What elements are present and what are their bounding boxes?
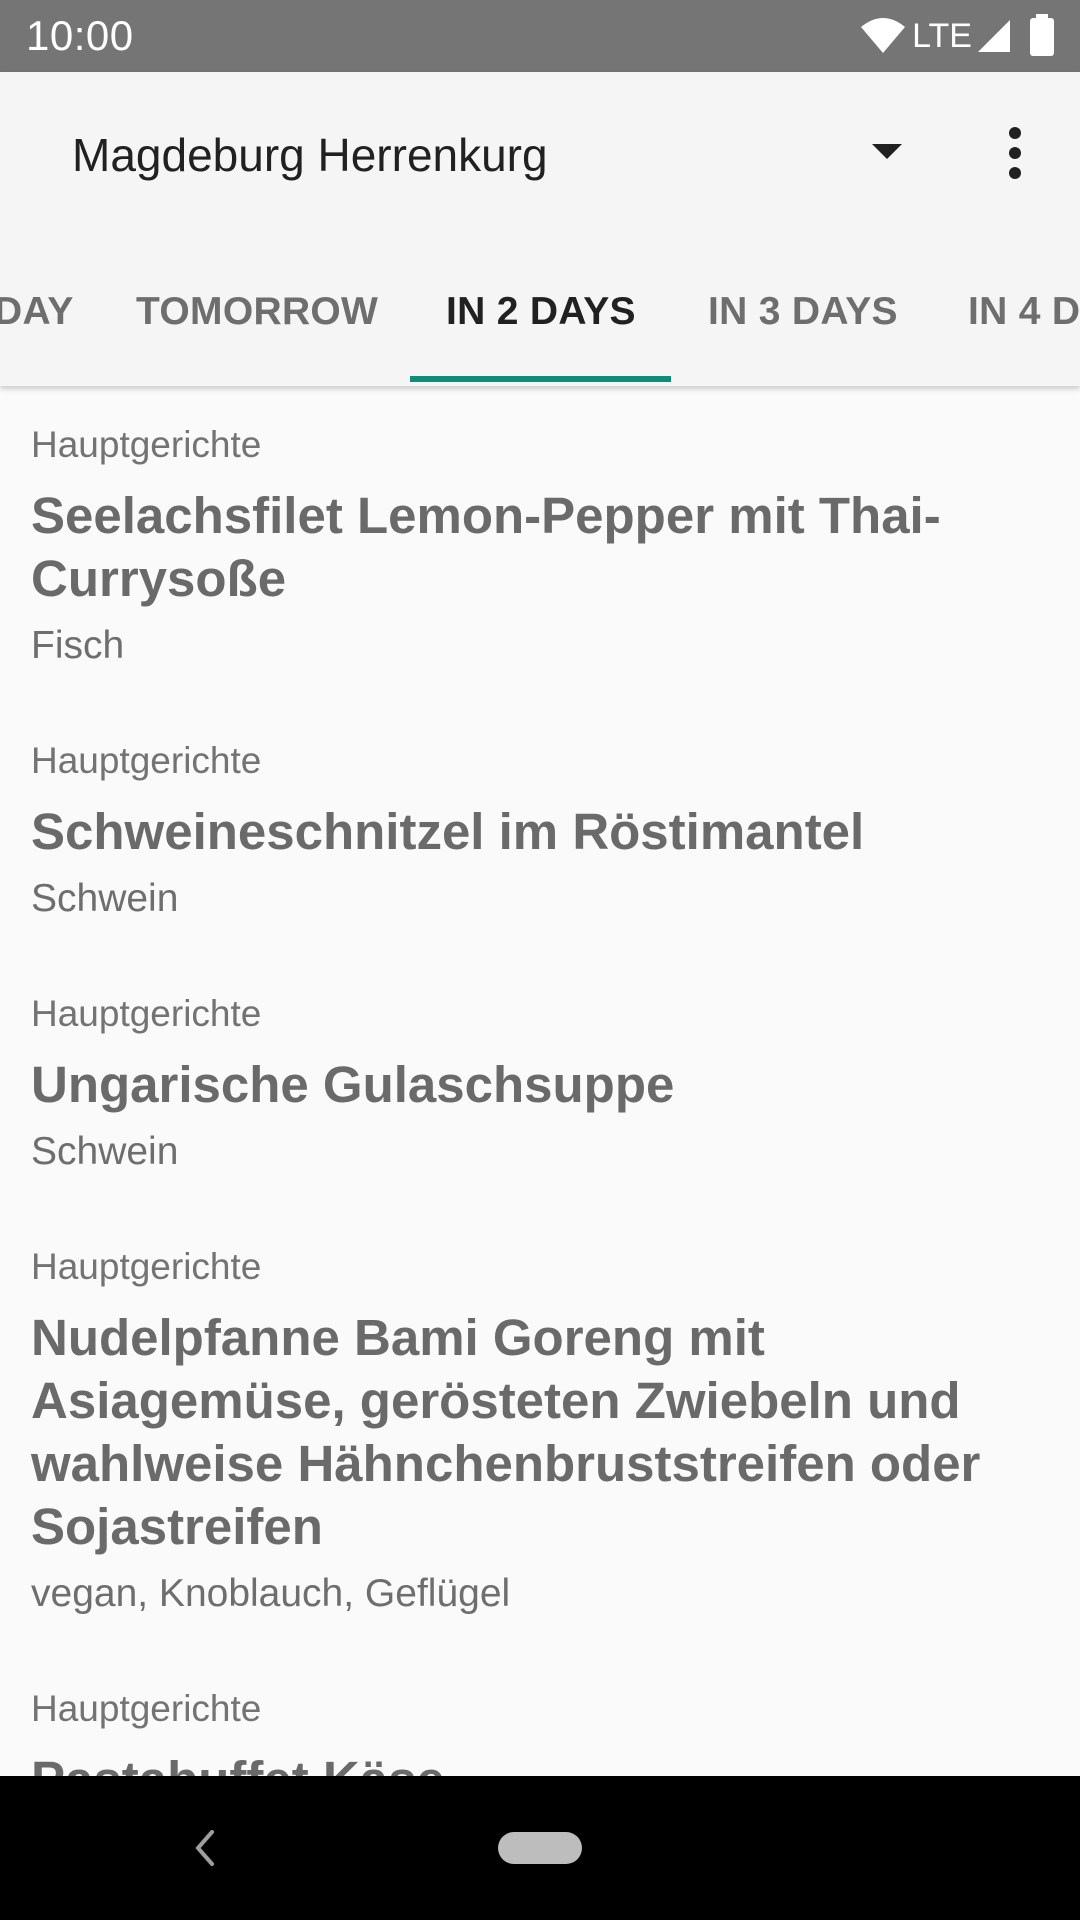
dropdown-arrow-icon[interactable] [870, 142, 904, 160]
tab-in-3-days[interactable]: IN 3 DAYS [708, 290, 898, 334]
list-item[interactable]: Hauptgerichte Ungarische Gulaschsuppe Sc… [31, 991, 1041, 1176]
meal-name: Ungarische Gulaschsuppe [31, 1056, 675, 1113]
meal-category: Hauptgerichte [31, 1688, 262, 1729]
app-bar: Magdeburg Herrenkurg DAY TOMORROW IN 2 D… [0, 72, 1080, 386]
tab-today[interactable]: DAY [0, 290, 74, 334]
wifi-icon [861, 18, 906, 53]
tab-in-2-days[interactable]: IN 2 DAYS [446, 290, 636, 334]
location-selector[interactable]: Magdeburg Herrenkurg [72, 128, 548, 182]
meal-list[interactable]: Hauptgerichte Seelachsfilet Lemon-Pepper… [0, 386, 1080, 1776]
meal-name: Nudelpfanne Bami Goreng mit Asiagemüse, … [31, 1309, 981, 1555]
meal-name: Pastabuffet Käse [31, 1748, 1041, 1776]
tab-tomorrow[interactable]: TOMORROW [136, 290, 378, 334]
status-bar: 10:00 LTE [0, 0, 1080, 72]
list-item[interactable]: Hauptgerichte Pastabuffet Käse [31, 1686, 1041, 1776]
network-type: LTE [912, 16, 972, 55]
meal-tags: vegan, Knoblauch, Geflügel [31, 1572, 511, 1615]
navigation-bar [0, 1776, 1080, 1920]
meal-tags: Schwein [31, 877, 179, 920]
signal-icon [978, 20, 1010, 52]
tab-indicator [410, 376, 671, 382]
meal-category: Hauptgerichte [31, 740, 262, 781]
meal-category: Hauptgerichte [31, 424, 262, 465]
battery-icon [1030, 14, 1054, 56]
more-vert-icon[interactable] [1000, 126, 1030, 180]
status-time: 10:00 [26, 12, 134, 59]
meal-name: Seelachsfilet Lemon-Pepper mit Thai-Curr… [31, 487, 941, 607]
meal-category: Hauptgerichte [31, 1246, 262, 1287]
meal-tags: Fisch [31, 624, 125, 667]
home-pill[interactable] [498, 1832, 582, 1864]
meal-name: Schweineschnitzel im Röstimantel [31, 803, 865, 860]
list-item[interactable]: Hauptgerichte Nudelpfanne Bami Goreng mi… [31, 1244, 1041, 1618]
meal-category: Hauptgerichte [31, 993, 262, 1034]
tab-in-4-days[interactable]: IN 4 D [968, 290, 1080, 334]
list-item[interactable]: Hauptgerichte Seelachsfilet Lemon-Pepper… [31, 422, 1041, 670]
list-item[interactable]: Hauptgerichte Schweineschnitzel im Rösti… [31, 738, 1041, 923]
status-icons: LTE [860, 14, 1060, 58]
meal-tags: Schwein [31, 1130, 179, 1173]
back-icon[interactable] [192, 1828, 218, 1868]
